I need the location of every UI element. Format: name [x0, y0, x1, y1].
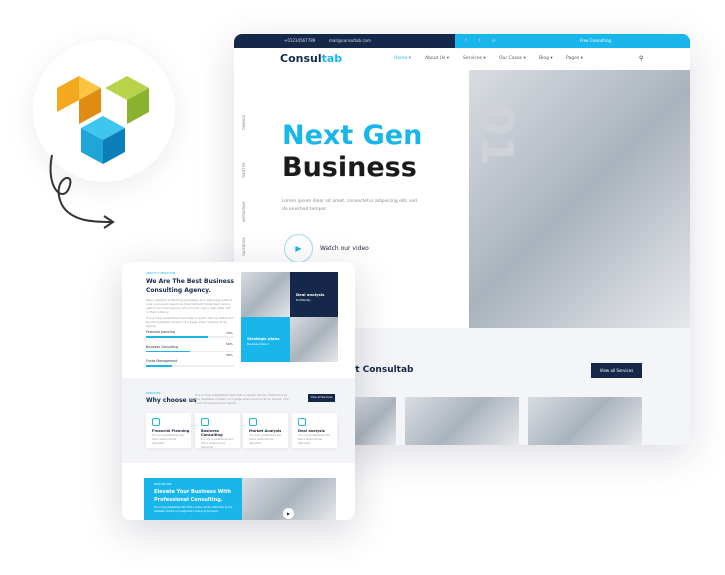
market-icon [249, 418, 257, 426]
consulting-icon [201, 418, 209, 426]
service-card[interactable]: Deal analysis It is a long established fa… [292, 413, 337, 448]
about-title: We Are The Best Business Consulting Agenc… [146, 278, 234, 294]
nav-about[interactable]: About Us ▾ [425, 56, 449, 61]
free-consulting-link[interactable]: Free Consulting [580, 38, 611, 43]
brand-logo[interactable]: Consultab [280, 52, 342, 65]
tile-strategic-plans[interactable]: Strategic plans Business Advisor [241, 317, 290, 362]
about-eyebrow: ABOUT CONSULTAB [146, 271, 176, 275]
twitter-icon[interactable]: t [479, 38, 481, 43]
service-card[interactable]: Market Analysis It is a long established … [243, 413, 288, 448]
social-twitter[interactable]: TWITTER [242, 163, 246, 179]
tile-deal-analysis[interactable]: Deal analysis Profitability [290, 272, 338, 317]
view-all-services-button[interactable]: View all Services [591, 363, 642, 378]
case-photo[interactable] [405, 397, 519, 445]
case-photo[interactable] [354, 397, 396, 445]
social-dribble[interactable]: DRIBBLE [242, 115, 246, 130]
hero-title-line2: Business [282, 152, 417, 183]
skill-percent: 30% [226, 353, 233, 357]
about-photo-woman [241, 272, 290, 317]
about-paragraph: It is a long established fact that a rea… [146, 316, 234, 328]
service-card[interactable]: Business Consulting It is a long establis… [195, 413, 240, 449]
skill-percent: 70% [226, 331, 233, 335]
elevate-banner: WHO WE ARE Elevate Your Business With Pro… [144, 478, 242, 520]
watch-video-label[interactable]: Watch our video [320, 245, 369, 252]
social-facebook[interactable]: FACEBOOK [242, 237, 246, 256]
search-icon[interactable]: ⚲ [639, 55, 643, 62]
skill-funds: Funds Management [146, 359, 234, 367]
case-photo[interactable] [528, 397, 642, 445]
why-eyebrow: SERVICES [146, 391, 161, 395]
curly-arrow-icon [49, 154, 115, 229]
about-paragraph: Many desktop publishing packages and web… [146, 298, 233, 314]
hero-title-line1: Next Gen [282, 120, 423, 151]
main-nav: Consultab Home ▾ About Us ▾ Services ▾ O… [234, 48, 690, 70]
about-photo-team [290, 317, 338, 362]
nav-pages[interactable]: Pages ▾ [566, 56, 583, 61]
service-card[interactable]: Financial Planning It is a long establish… [146, 413, 191, 448]
facebook-icon[interactable]: f [465, 38, 466, 43]
view-all-services-button[interactable]: View all Services [308, 394, 335, 402]
slide-number: 01 [471, 104, 523, 167]
skill-bars: Financial planning Business Consulting F… [146, 330, 234, 367]
skill-consulting: Business Consulting [146, 345, 234, 352]
email: mail@consultab.com [329, 38, 371, 43]
financial-icon [152, 418, 160, 426]
skill-financial: Financial planning [146, 330, 234, 338]
why-text: It is a long established fact that a rea… [195, 393, 289, 405]
instagram-icon[interactable]: in [492, 38, 496, 43]
top-bar: +01234567789 mail@consultab.com f t in F… [234, 34, 690, 48]
social-instagram[interactable]: INSTAGRAM [242, 202, 246, 223]
play-video-button[interactable]: ▶ [284, 234, 313, 263]
nav-services[interactable]: Services ▾ [463, 56, 486, 61]
phone: +01234567789 [284, 38, 316, 43]
nav-cases[interactable]: Our Cases ▾ [499, 56, 526, 61]
nav-home[interactable]: Home ▾ [394, 56, 411, 61]
deal-icon [298, 418, 306, 426]
skill-percent: 50% [226, 342, 233, 346]
play-video-button[interactable]: ▶ [283, 508, 294, 519]
why-title: Why choose us [146, 397, 197, 404]
nav-blog[interactable]: Blog ▾ [539, 56, 553, 61]
hero-text: Lorem ipsum dolor sit amet, consectetur … [282, 199, 417, 212]
